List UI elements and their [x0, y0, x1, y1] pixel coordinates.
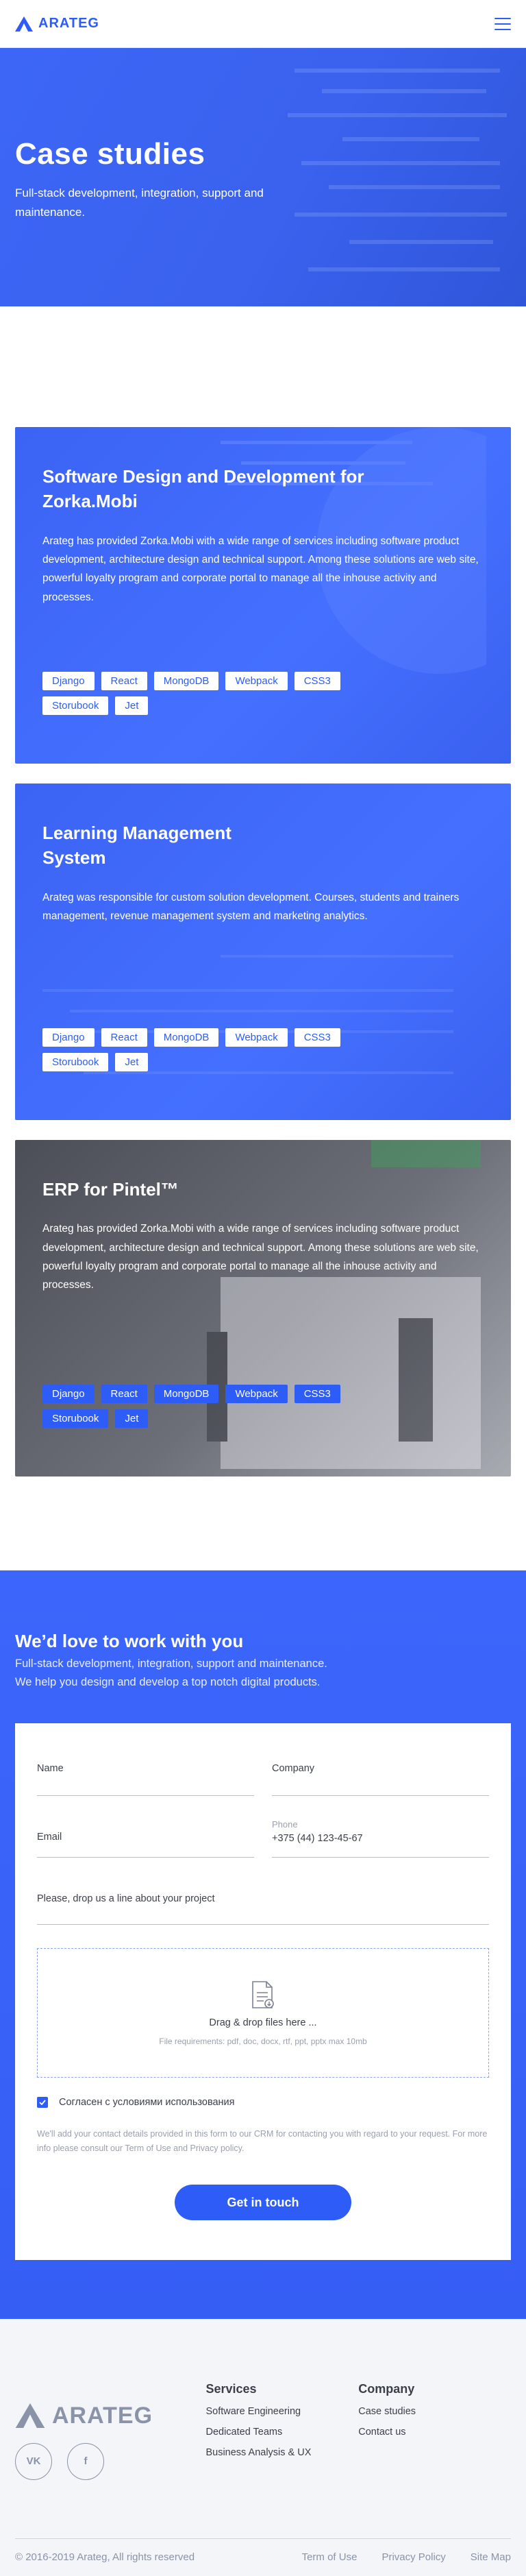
footer-link-software-engineering[interactable]: Software Engineering — [205, 2406, 358, 2417]
logo-mark-icon — [15, 16, 33, 32]
dropzone-requirements: File requirements: pdf, doc, docx, rtf, … — [159, 2036, 367, 2046]
privacy-link[interactable]: Privacy Policy — [381, 2551, 445, 2563]
hero-background-code-image — [288, 69, 507, 271]
tag: Webpack — [225, 1028, 288, 1047]
footer-logo-text: ARATEG — [52, 2402, 153, 2429]
tag: Jet — [115, 1053, 149, 1071]
footer-link-dedicated-teams[interactable]: Dedicated Teams — [205, 2427, 358, 2438]
case-card-lms[interactable]: Learning Management System Arateg was re… — [15, 783, 511, 1120]
footer-bottom-bar: © 2016-2019 Arateg, All rights reserved … — [15, 2538, 511, 2563]
company-heading: Company — [358, 2381, 415, 2396]
case-description: Arateg was responsible for custom soluti… — [42, 891, 460, 923]
file-dropzone[interactable]: Drag & drop files here ... File requirem… — [37, 1948, 489, 2078]
hero-subtitle: Full-stack development, integration, sup… — [15, 186, 264, 219]
case-title: Software Design and Development for Zork… — [42, 466, 364, 512]
footer-link-business-analysis[interactable]: Business Analysis & UX — [205, 2447, 358, 2458]
site-logo[interactable]: ARATEG — [15, 16, 99, 32]
company-field[interactable]: Company — [272, 1760, 489, 1797]
social-links: VK f — [15, 2442, 104, 2480]
tag: Django — [42, 1385, 95, 1403]
case-title: Learning Management System — [42, 823, 231, 868]
site-header: ARATEG — [0, 0, 526, 48]
name-field[interactable]: Name — [37, 1760, 254, 1797]
hamburger-menu-icon[interactable] — [494, 17, 511, 30]
phone-label: Phone — [272, 1819, 298, 1830]
footer-link-case-studies[interactable]: Case studies — [358, 2406, 511, 2417]
footer-logo-mark-icon — [15, 2403, 45, 2429]
case-card-zorka[interactable]: Software Design and Development for Zork… — [15, 427, 511, 764]
tag: Storubook — [42, 1053, 109, 1071]
case-card-pintel[interactable]: ERP for Pintel™ Arateg has provided Zork… — [15, 1140, 511, 1477]
tag: CSS3 — [294, 672, 340, 690]
agree-label: Согласен с условиями использования — [59, 2097, 235, 2109]
contact-title: We’d love to work with you — [15, 1631, 244, 1651]
copyright: © 2016-2019 Arateg, All rights reserved — [15, 2551, 195, 2563]
file-upload-icon — [252, 1981, 274, 2008]
hero-section: Case studies Full-stack development, int… — [0, 48, 526, 306]
name-label: Name — [37, 1763, 64, 1775]
agree-checkbox[interactable]: Согласен с условиями использования — [37, 2097, 489, 2109]
tag: Storubook — [42, 1409, 109, 1428]
footer-link-contact-us[interactable]: Contact us — [358, 2427, 511, 2438]
case-description: Arateg has provided Zorka.Mobi with a wi… — [42, 535, 479, 603]
message-label: Please, drop us a line about your projec… — [37, 1893, 215, 1905]
dropzone-title: Drag & drop files here ... — [209, 2017, 317, 2028]
sitemap-link[interactable]: Site Map — [471, 2551, 511, 2563]
checkbox-checked-icon — [37, 2097, 48, 2109]
message-field[interactable]: Please, drop us a line about your projec… — [37, 1885, 489, 1925]
case-tags: Django React MongoDB Webpack CSS3 Storub… — [42, 1385, 358, 1428]
tag: React — [101, 1385, 147, 1403]
tag: CSS3 — [294, 1028, 340, 1047]
tag: Jet — [115, 696, 149, 715]
tag: MongoDB — [153, 1385, 219, 1403]
tag: MongoDB — [153, 1028, 219, 1047]
tag: Webpack — [225, 1385, 288, 1403]
vk-icon[interactable]: VK — [15, 2442, 52, 2480]
contact-subtitle-line2: We help you design and develop a top not… — [15, 1676, 321, 1689]
tag: Storubook — [42, 696, 109, 715]
footer-company: Company Case studies Contact us — [358, 2374, 511, 2458]
email-label: Email — [37, 1832, 62, 1843]
tag: MongoDB — [153, 672, 219, 690]
facebook-icon[interactable]: f — [67, 2442, 104, 2480]
contact-subtitle-line1: Full-stack development, integration, sup… — [15, 1657, 327, 1670]
services-heading: Services — [205, 2381, 257, 2396]
tag: Jet — [115, 1409, 149, 1428]
phone-field[interactable]: Phone +375 (44) 123-45-67 — [272, 1819, 489, 1858]
footer-services: Services Software Engineering Dedicated … — [205, 2374, 358, 2458]
page-title: Case studies — [15, 137, 205, 171]
contact-subtitle: Full-stack development, integration, sup… — [15, 1655, 511, 1692]
phone-value: +375 (44) 123-45-67 — [272, 1833, 363, 1845]
tag: CSS3 — [294, 1385, 340, 1403]
case-title: ERP for Pintel™ — [42, 1179, 179, 1200]
get-in-touch-button[interactable]: Get in touch — [175, 2184, 351, 2220]
site-footer: ARATEG Services Software Engineering Ded… — [0, 2318, 526, 2576]
tag: React — [101, 1028, 147, 1047]
case-tags: Django React MongoDB Webpack CSS3 Storub… — [42, 672, 358, 715]
tag: React — [101, 672, 147, 690]
email-field[interactable]: Email — [37, 1822, 254, 1858]
contact-section: We’d love to work with you Full-stack de… — [0, 1570, 526, 2319]
contact-form: Name Company Email Phone +375 (44) 123-4… — [15, 1723, 511, 2260]
tag: Webpack — [225, 672, 288, 690]
terms-link[interactable]: Term of Use — [302, 2551, 358, 2563]
case-studies-list: Software Design and Development for Zork… — [0, 306, 526, 1570]
privacy-notice: We'll add your contact details provided … — [37, 2129, 488, 2154]
logo-text: ARATEG — [38, 16, 99, 31]
tag: Django — [42, 672, 95, 690]
case-description: Arateg has provided Zorka.Mobi with a wi… — [42, 1223, 479, 1291]
company-label: Company — [272, 1763, 315, 1775]
case-tags: Django React MongoDB Webpack CSS3 Storub… — [42, 1028, 358, 1071]
tag: Django — [42, 1028, 95, 1047]
